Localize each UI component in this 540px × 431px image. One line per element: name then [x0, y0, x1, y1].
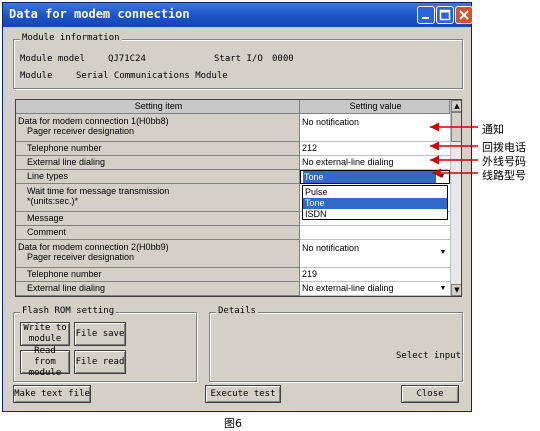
annotation-notify: 通知: [482, 123, 504, 136]
annotation-line-type: 线路型号: [482, 169, 526, 182]
figure-caption: 图6: [224, 417, 242, 430]
annotation-arrows: [430, 122, 478, 178]
